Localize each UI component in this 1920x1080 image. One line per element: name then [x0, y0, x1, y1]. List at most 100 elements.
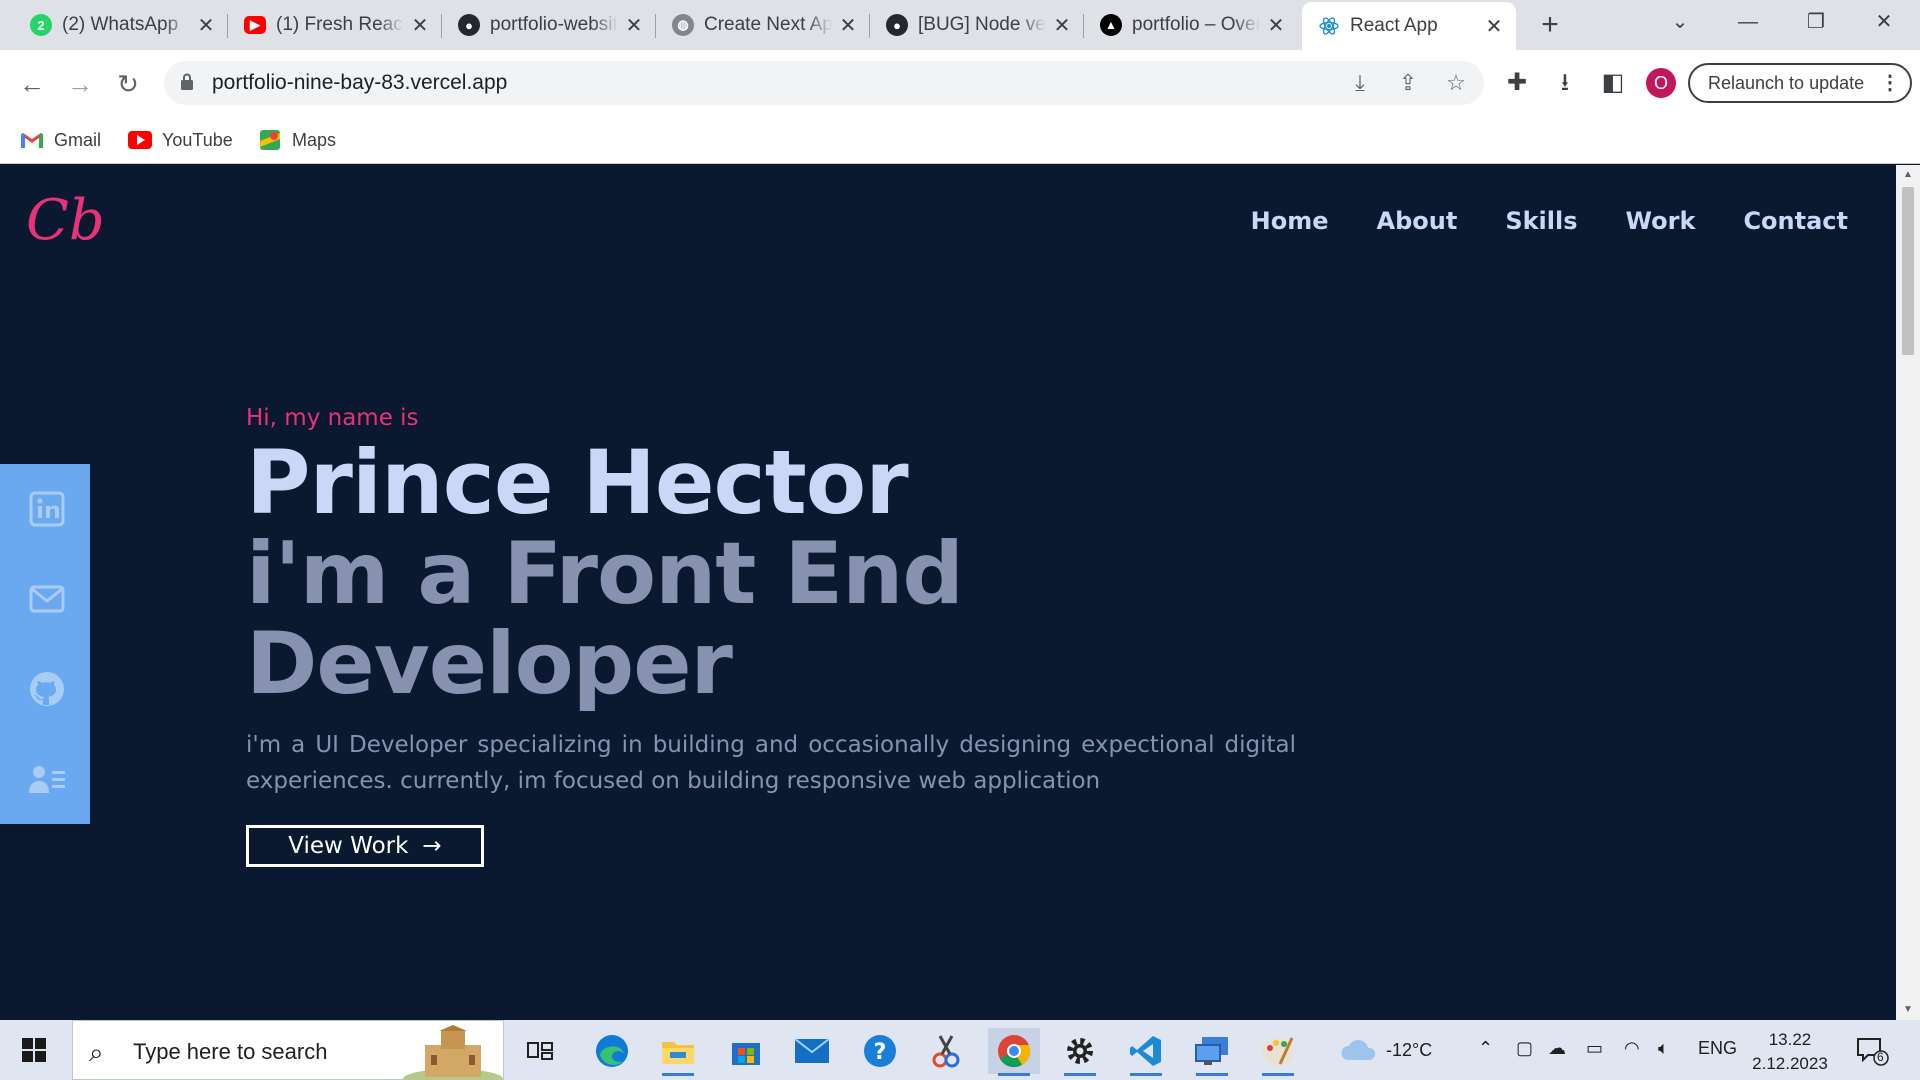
remote-desktop-icon[interactable] [1186, 1028, 1238, 1076]
lock-icon [181, 73, 193, 90]
react-icon [1318, 15, 1340, 37]
mail-app-icon[interactable] [786, 1028, 838, 1074]
profile-avatar[interactable]: O [1646, 68, 1676, 98]
close-icon[interactable]: ✕ [1266, 13, 1286, 38]
nav-contact[interactable]: Contact [1743, 207, 1848, 235]
edge-icon[interactable] [586, 1028, 638, 1074]
windows-taskbar: ⌕ Type here to search ? -12°C ⌃ ▢ ☁ ▭ ◠ … [0, 1020, 1920, 1080]
tab-whatsapp[interactable]: 2 (2) WhatsApp ✕ [14, 0, 228, 50]
share-icon[interactable]: ⇪ [1394, 69, 1422, 97]
search-highlight-illustration [403, 1025, 503, 1080]
back-button[interactable]: ← [12, 64, 52, 104]
scroll-up-icon[interactable]: ▲ [1896, 169, 1920, 185]
url-text: portfolio-nine-bay-83.vercel.app [212, 71, 508, 94]
scroll-down-icon[interactable]: ▼ [1896, 1004, 1920, 1020]
hero-section: Hi, my name is Prince Hector i'm a Front… [246, 405, 1446, 867]
task-view-icon[interactable] [514, 1028, 566, 1074]
hero-role: i'm a Front End Developer [246, 524, 964, 714]
svg-text:Cb: Cb [26, 188, 102, 253]
extensions-icon[interactable]: ✚ [1500, 66, 1534, 100]
mail-icon[interactable] [28, 580, 66, 618]
close-icon[interactable]: ✕ [196, 13, 216, 38]
menu-icon[interactable]: ⋮ [1880, 65, 1900, 101]
maps-icon [258, 130, 282, 150]
arrow-right-icon: → [422, 833, 442, 859]
bookmark-gmail[interactable]: Gmail [20, 128, 101, 152]
microsoft-store-icon[interactable] [720, 1028, 772, 1074]
snipping-tool-icon[interactable] [920, 1028, 972, 1074]
chrome-icon[interactable] [988, 1028, 1040, 1076]
nav-work[interactable]: Work [1626, 207, 1696, 235]
tab-vercel[interactable]: ▲ portfolio – Overview ✕ [1084, 0, 1298, 50]
youtube-icon [128, 130, 152, 150]
tab-github-portfolio[interactable]: ● portfolio-website ✕ [442, 0, 656, 50]
nav-skills[interactable]: Skills [1505, 207, 1577, 235]
scrollbar-thumb[interactable] [1902, 187, 1914, 355]
bookmark-maps[interactable]: Maps [258, 128, 336, 152]
tab-strip: 2 (2) WhatsApp ✕ ▶ (1) Fresh React ✕ ● p… [0, 0, 1920, 50]
new-tab-button[interactable]: + [1536, 6, 1564, 44]
view-work-button[interactable]: View Work → [246, 825, 484, 867]
battery-icon[interactable]: ▭ [1586, 1038, 1603, 1059]
bookmarks-bar: Gmail YouTube Maps [0, 116, 1920, 164]
side-panel-icon[interactable]: ◧ [1596, 66, 1630, 100]
whatsapp-icon: 2 [30, 14, 52, 36]
taskbar-search[interactable]: ⌕ Type here to search [72, 1020, 504, 1080]
relaunch-button[interactable]: Relaunch to update ⋮ [1688, 63, 1912, 103]
notification-count: 6 [1877, 1050, 1884, 1064]
vercel-icon: ▲ [1100, 14, 1122, 36]
linkedin-icon[interactable] [28, 490, 66, 528]
downloads-icon[interactable]: ⭳ [1548, 66, 1582, 100]
settings-icon[interactable] [1054, 1028, 1106, 1076]
minimize-button[interactable]: — [1716, 0, 1780, 44]
forward-button[interactable]: → [60, 64, 100, 104]
github-icon: ● [886, 14, 908, 36]
meet-now-icon[interactable]: ▢ [1516, 1038, 1533, 1059]
page-scrollbar[interactable]: ▲ ▼ [1896, 165, 1920, 1020]
globe-icon: ◍ [672, 14, 694, 36]
site-logo[interactable]: Cb [22, 185, 102, 257]
notification-center-icon[interactable]: 6 [1854, 1036, 1890, 1066]
wifi-icon[interactable]: ◠ [1624, 1038, 1640, 1059]
github-icon[interactable] [28, 670, 66, 708]
hero-name: Prince Hector [246, 431, 909, 534]
resume-icon[interactable] [28, 760, 66, 798]
tab-github-bug[interactable]: ● [BUG] Node version ✕ [870, 0, 1084, 50]
close-window-button[interactable]: ✕ [1852, 0, 1916, 44]
close-icon[interactable]: ✕ [1484, 14, 1504, 39]
greeting: Hi, my name is [246, 405, 419, 431]
close-icon[interactable]: ✕ [410, 13, 430, 38]
volume-icon[interactable]: 🔈︎ [1658, 1038, 1669, 1059]
tab-youtube[interactable]: ▶ (1) Fresh React ✕ [228, 0, 442, 50]
taskbar-clock[interactable]: 13.22 2.12.2023 [1742, 1028, 1838, 1076]
close-icon[interactable]: ✕ [1052, 13, 1072, 38]
show-hidden-icons-icon[interactable]: ⌃ [1478, 1038, 1493, 1059]
bookmark-youtube[interactable]: YouTube [128, 128, 233, 152]
windows-start-icon[interactable] [14, 1034, 56, 1066]
close-icon[interactable]: ✕ [624, 13, 644, 38]
restore-button[interactable]: ❐ [1784, 0, 1848, 44]
hero-description: i'm a UI Developer specializing in build… [246, 732, 1296, 794]
paint-icon[interactable] [1252, 1028, 1304, 1076]
language-indicator[interactable]: ENG [1698, 1038, 1737, 1059]
onedrive-icon[interactable]: ☁ [1548, 1038, 1566, 1059]
gmail-icon [20, 130, 44, 150]
install-app-icon[interactable]: ⤓ [1346, 69, 1374, 97]
address-bar[interactable]: portfolio-nine-bay-83.vercel.app ⤓ ⇪ ☆ [164, 61, 1484, 105]
social-sidebar [0, 464, 90, 824]
vscode-icon[interactable] [1120, 1028, 1172, 1076]
tab-create-next-app[interactable]: ◍ Create Next App ✕ [656, 0, 870, 50]
tab-react-app[interactable]: React App ✕ [1302, 2, 1516, 50]
close-icon[interactable]: ✕ [838, 13, 858, 38]
nav-about[interactable]: About [1377, 207, 1458, 235]
file-explorer-icon[interactable] [652, 1028, 704, 1076]
weather-widget[interactable]: -12°C [1340, 1038, 1432, 1062]
youtube-icon: ▶ [244, 16, 266, 34]
bookmark-star-icon[interactable]: ☆ [1442, 69, 1470, 97]
help-icon[interactable]: ? [854, 1028, 906, 1074]
nav-home[interactable]: Home [1251, 207, 1329, 235]
cloud-icon [1341, 1039, 1376, 1060]
reload-button[interactable]: ↻ [108, 64, 148, 104]
tab-search-button[interactable]: ⌄ [1648, 0, 1712, 44]
browser-toolbar: ← → ↻ portfolio-nine-bay-83.vercel.app ⤓… [0, 50, 1920, 116]
